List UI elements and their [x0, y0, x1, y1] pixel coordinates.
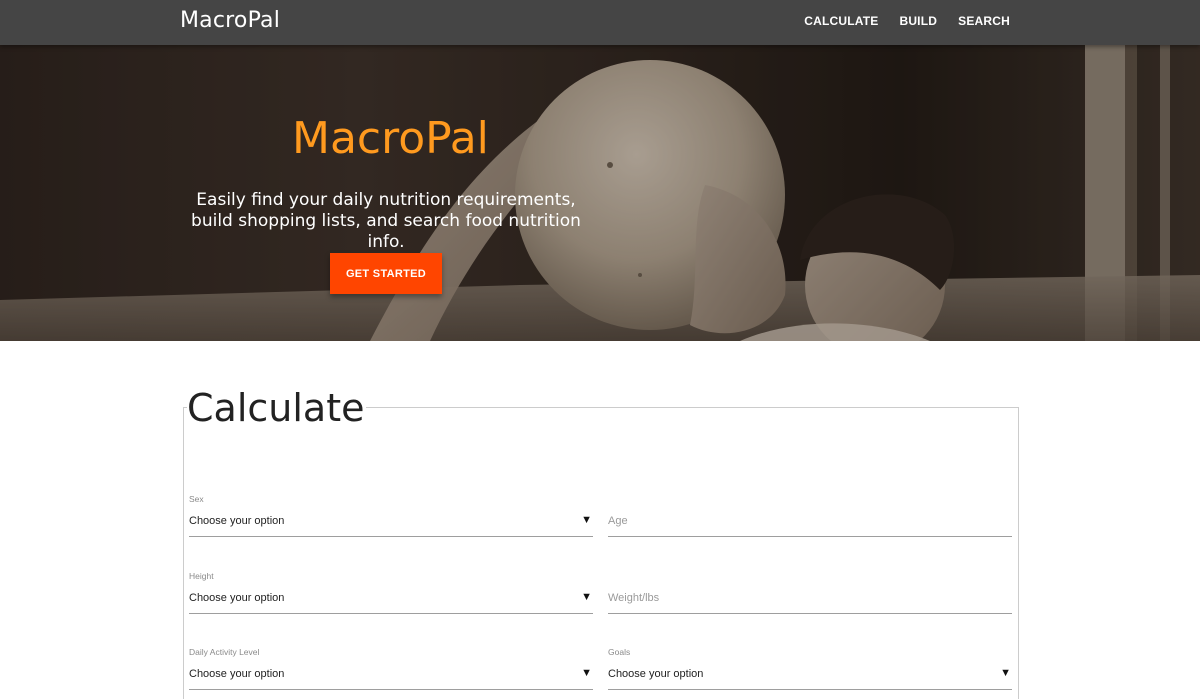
sex-select-value: Choose your option [189, 515, 285, 527]
calculate-title: Calculate [187, 386, 367, 430]
sex-select[interactable]: Choose your option ▼ [189, 509, 593, 537]
activity-select-value: Choose your option [189, 668, 285, 680]
weight-placeholder: Weight/lbs [608, 592, 660, 604]
activity-select[interactable]: Choose your option ▼ [189, 662, 593, 690]
nav-link-search[interactable]: SEARCH [958, 14, 1010, 28]
goals-select-value: Choose your option [608, 668, 704, 680]
height-label: Height [189, 571, 214, 581]
calculate-form-box [183, 407, 1019, 699]
top-nav: MacroPal CALCULATE BUILD SEARCH [0, 0, 1200, 45]
age-input[interactable]: Age [608, 509, 1012, 537]
nav-links: CALCULATE BUILD SEARCH [804, 14, 1010, 28]
chevron-down-icon: ▼ [581, 667, 592, 679]
sex-label: Sex [189, 494, 204, 504]
hero-title: MacroPal [292, 113, 489, 164]
hero-banner: MacroPal Easily find your daily nutritio… [0, 45, 1200, 341]
nav-link-build[interactable]: BUILD [899, 14, 937, 28]
activity-label: Daily Activity Level [189, 647, 260, 657]
nav-link-calculate[interactable]: CALCULATE [804, 14, 878, 28]
age-placeholder: Age [608, 515, 628, 527]
hero-photo [0, 45, 1200, 341]
hero-subtitle: Easily find your daily nutrition require… [191, 190, 581, 252]
brand-logo[interactable]: MacroPal [180, 8, 280, 33]
weight-input[interactable]: Weight/lbs [608, 586, 1012, 614]
goals-select[interactable]: Choose your option ▼ [608, 662, 1012, 690]
goals-label: Goals [608, 647, 631, 657]
chevron-down-icon: ▼ [581, 514, 592, 526]
get-started-button[interactable]: GET STARTED [330, 253, 442, 294]
chevron-down-icon: ▼ [581, 591, 592, 603]
chevron-down-icon: ▼ [1000, 667, 1011, 679]
height-select[interactable]: Choose your option ▼ [189, 586, 593, 614]
height-select-value: Choose your option [189, 592, 285, 604]
